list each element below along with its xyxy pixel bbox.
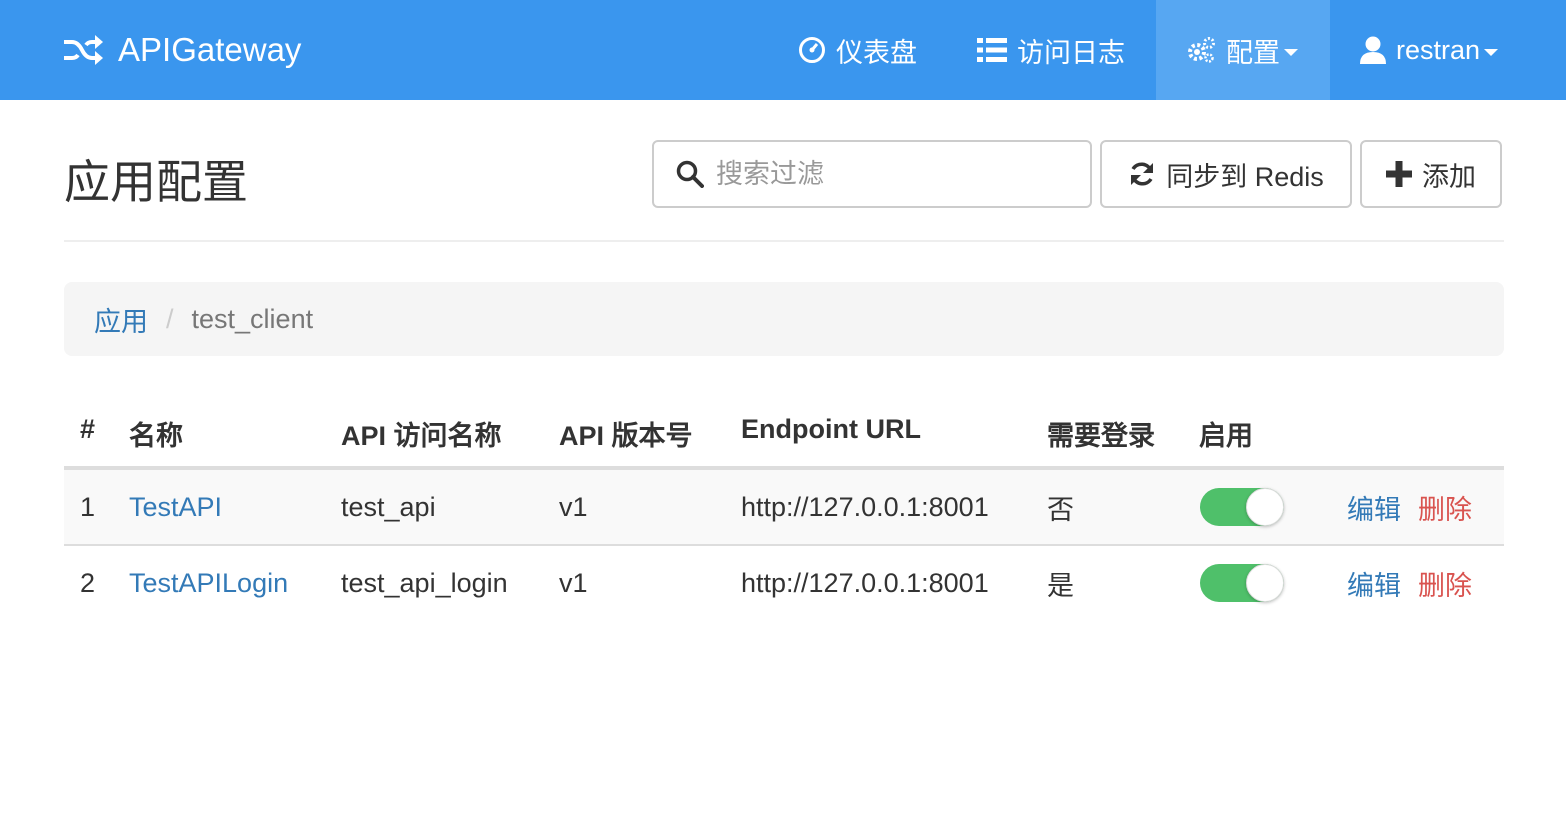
- row-login-required: 是: [1047, 570, 1074, 601]
- brand[interactable]: APIGateway: [62, 0, 301, 100]
- header-divider: [64, 240, 1504, 242]
- column-header-login-required: 需要登录: [1047, 421, 1155, 451]
- edit-link[interactable]: 编辑: [1347, 546, 1401, 620]
- edit-link[interactable]: 编辑: [1347, 470, 1401, 544]
- row-enabled-cell: [1200, 470, 1284, 544]
- add-button[interactable]: 添加: [1360, 140, 1502, 208]
- nav-user[interactable]: restran: [1360, 0, 1499, 100]
- breadcrumb: 应用 / test_client: [64, 282, 1504, 356]
- nav-dashboard-label: 仪表盘: [836, 37, 917, 68]
- plus-icon: [1386, 161, 1412, 187]
- breadcrumb-current: test_client: [191, 303, 314, 334]
- toggle-knob: [1246, 564, 1284, 602]
- table-row: 2 TestAPILogin test_api_login v1 http://…: [64, 546, 1504, 620]
- breadcrumb-separator: /: [166, 303, 174, 334]
- search-icon: [676, 160, 704, 188]
- chevron-down-icon: [1284, 48, 1298, 56]
- row-access-name: test_api_login: [341, 567, 508, 598]
- column-header-access-name: API 访问名称: [341, 421, 502, 451]
- table-row: 1 TestAPI test_api v1 http://127.0.0.1:8…: [64, 470, 1504, 544]
- row-index: 1: [80, 491, 96, 522]
- dashboard-icon: [799, 37, 825, 63]
- row-index: 2: [80, 567, 96, 598]
- column-header-endpoint: Endpoint URL: [741, 414, 921, 444]
- page-title: 应用配置: [64, 156, 248, 208]
- search-input[interactable]: [716, 158, 1056, 190]
- top-navbar: APIGateway 仪表盘 访问日志 配置 restran: [0, 0, 1566, 100]
- add-label: 添加: [1422, 161, 1476, 192]
- nav-config-label: 配置: [1226, 37, 1280, 68]
- row-access-name: test_api: [341, 491, 436, 522]
- row-version: v1: [559, 491, 588, 522]
- row-login-required: 否: [1047, 494, 1074, 525]
- enabled-toggle[interactable]: [1200, 488, 1284, 526]
- shuffle-icon: [64, 35, 103, 65]
- row-version: v1: [559, 567, 588, 598]
- brand-name: APIGateway: [118, 31, 302, 68]
- column-header-index: #: [80, 414, 96, 444]
- row-endpoint: http://127.0.0.1:8001: [741, 491, 989, 522]
- sync-redis-button[interactable]: 同步到 Redis: [1100, 140, 1352, 208]
- breadcrumb-parent[interactable]: 应用: [94, 300, 148, 339]
- row-name-link[interactable]: TestAPI: [129, 470, 222, 544]
- delete-link[interactable]: 删除: [1418, 470, 1472, 544]
- column-header-version: API 版本号: [559, 421, 693, 451]
- column-header-name: 名称: [129, 421, 183, 451]
- list-icon: [977, 38, 1007, 62]
- column-header-enabled: 启用: [1199, 421, 1253, 451]
- nav-access-log-label: 访问日志: [1017, 37, 1125, 68]
- chevron-down-icon: [1484, 48, 1499, 56]
- row-name-link[interactable]: TestAPILogin: [129, 546, 288, 620]
- enabled-toggle[interactable]: [1200, 564, 1284, 602]
- row-endpoint: http://127.0.0.1:8001: [741, 567, 989, 598]
- refresh-icon: [1131, 162, 1154, 186]
- row-enabled-cell: [1200, 546, 1284, 620]
- sync-redis-label: 同步到 Redis: [1166, 161, 1324, 192]
- cogs-icon: [1188, 37, 1215, 63]
- nav-dashboard[interactable]: 仪表盘: [798, 0, 917, 100]
- toggle-knob: [1246, 488, 1284, 526]
- nav-config[interactable]: 配置: [1156, 0, 1330, 100]
- nav-access-log[interactable]: 访问日志: [977, 0, 1125, 100]
- nav-user-label: restran: [1396, 34, 1481, 65]
- search-box[interactable]: [652, 140, 1092, 208]
- user-icon: [1360, 36, 1386, 64]
- delete-link[interactable]: 删除: [1418, 546, 1472, 620]
